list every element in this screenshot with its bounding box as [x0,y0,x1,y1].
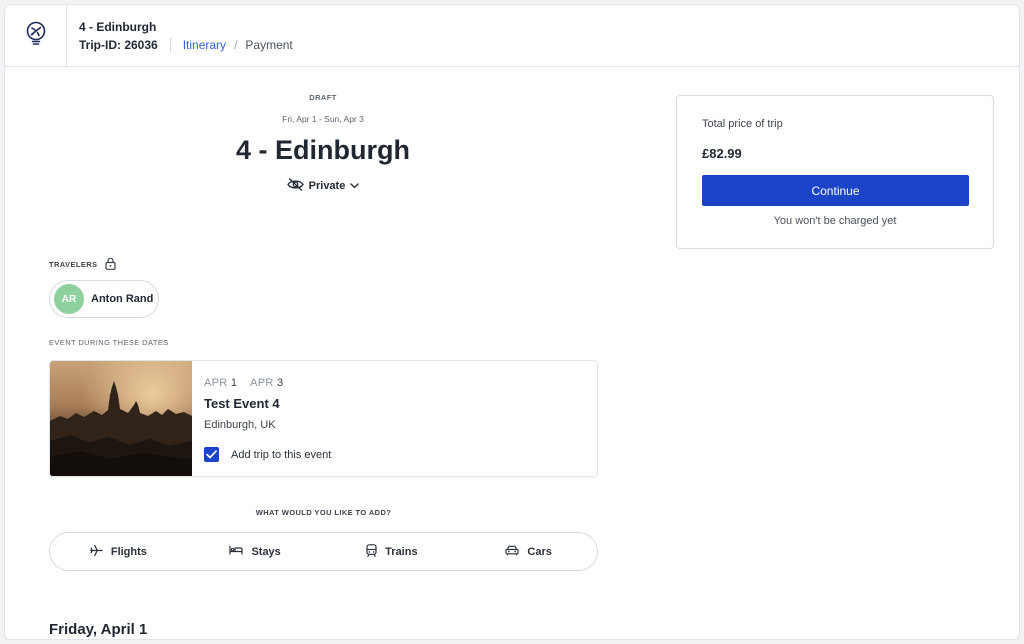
add-cars-button[interactable]: Cars [460,545,597,559]
total-price-label: Total price of trip [702,118,783,130]
continue-button[interactable]: Continue [702,175,969,206]
plane-lightbulb-icon [25,21,47,50]
avatar: AR [54,284,84,314]
total-price-value: £82.99 [702,146,742,161]
event-start-month: APR [204,377,228,389]
event-title: Test Event 4 [204,396,280,411]
add-trains-label: Trains [385,545,418,558]
trip-name: 4 - Edinburgh [79,20,157,34]
event-section-label: EVENT DURING THESE DATES [49,338,169,347]
trip-hero: DRAFT Fri, Apr 1 - Sun, Apr 3 4 - Edinbu… [49,67,597,196]
traveler-chip[interactable]: AR Anton Rand [49,280,159,318]
plane-icon [89,544,103,560]
traveler-name: Anton Rand [91,293,154,305]
page-title: 4 - Edinburgh [236,135,410,165]
event-card[interactable]: APR 1 APR 3 Test Event 4 Edinburgh, UK A… [49,360,598,477]
chevron-down-icon [350,180,359,192]
breadcrumb-payment[interactable]: Payment [245,38,292,52]
logo[interactable] [5,5,67,67]
breadcrumb-itinerary[interactable]: Itinerary [171,38,226,52]
event-dates: APR 1 APR 3 [204,377,585,389]
event-end-month: APR [250,377,274,389]
event-start-day: 1 [230,377,238,389]
add-question: WHAT WOULD YOU LIKE TO ADD? [255,508,392,517]
car-icon [505,545,519,559]
train-icon [366,543,377,560]
status-badge: DRAFT [309,93,337,102]
event-details: APR 1 APR 3 Test Event 4 Edinburgh, UK A… [192,361,597,476]
add-stays-label: Stays [251,545,281,558]
add-options-bar: Flights Stays Trains Cars [49,532,598,571]
add-cars-label: Cars [527,545,552,558]
charge-note: You won't be charged yet [773,215,897,227]
lock-icon [105,257,117,272]
travelers-label: TRAVELERS [49,257,117,272]
top-bar: 4 - Edinburgh Trip-ID: 26036 Itinerary /… [5,5,1019,67]
add-trains-button[interactable]: Trains [324,543,461,560]
event-location: Edinburgh, UK [204,419,276,431]
privacy-dropdown[interactable]: Private [286,178,360,194]
trip-id: Trip-ID: 26036 [79,38,171,52]
checkbox-checked-icon[interactable] [204,447,219,462]
add-stays-button[interactable]: Stays [187,545,324,558]
trip-subheader: Trip-ID: 26036 Itinerary / Payment [79,38,293,52]
event-image [50,361,192,476]
privacy-label: Private [308,180,346,192]
app-window: 4 - Edinburgh Trip-ID: 26036 Itinerary /… [4,4,1020,640]
price-summary-card: Total price of trip £82.99 Continue You … [676,95,994,249]
trip-header: 4 - Edinburgh Trip-ID: 26036 Itinerary /… [67,19,293,52]
breadcrumb-separator: / [234,38,238,52]
add-flights-button[interactable]: Flights [50,544,187,560]
add-to-event-label: Add trip to this event [231,448,332,461]
travelers-label-text: TRAVELERS [49,260,98,269]
day-heading: Friday, April 1 [49,621,148,638]
add-to-event-checkbox[interactable]: Add trip to this event [204,447,331,462]
bed-icon [229,545,244,558]
trip-dates: Fri, Apr 1 - Sun, Apr 3 [282,114,364,124]
event-end-day: 3 [276,377,284,389]
eye-off-icon [286,178,304,194]
add-flights-label: Flights [110,545,147,558]
